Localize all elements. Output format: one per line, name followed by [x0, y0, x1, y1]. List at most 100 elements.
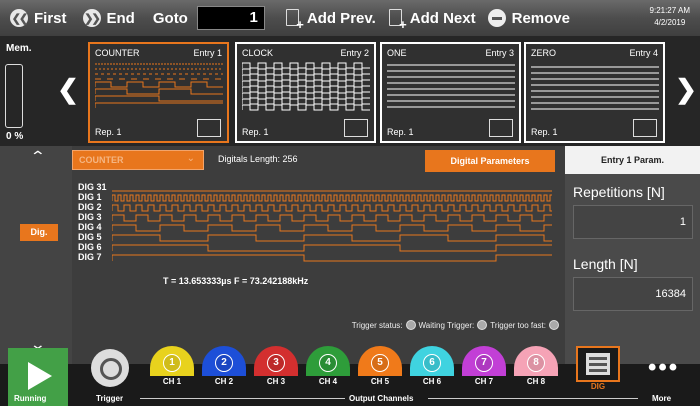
- repetitions-input[interactable]: 1: [573, 205, 693, 239]
- channel-label: CH 5: [370, 377, 390, 386]
- entry-rep: Rep. 1: [387, 127, 414, 137]
- chevron-down-icon: ⌄: [186, 153, 195, 164]
- channel-number: 4: [319, 354, 337, 372]
- channel-label: CH 8: [526, 377, 546, 386]
- channel-number: 2: [215, 354, 233, 372]
- param-panel-title: Entry 1 Param.: [565, 146, 700, 174]
- dig-output-label: DIG: [590, 382, 606, 391]
- scroll-left-arrow-icon[interactable]: ❮: [56, 74, 80, 104]
- add-next-button[interactable]: Add Next: [376, 0, 476, 36]
- channel-label: CH 1: [162, 377, 182, 386]
- entry-card-1[interactable]: COUNTER Entry 1 Rep. 1: [88, 42, 229, 143]
- entry-waveform-preview: [387, 64, 515, 108]
- digital-icon: [586, 353, 610, 375]
- channel-label: DIG 5: [78, 232, 102, 242]
- add-document-icon: [388, 8, 407, 32]
- add-prev-button[interactable]: Add Prev.: [265, 0, 376, 36]
- entry-checkbox[interactable]: [633, 119, 657, 137]
- channel-label: CH 3: [266, 377, 286, 386]
- channel-label: DIG 4: [78, 222, 102, 232]
- fast-forward-icon: ❯❯: [82, 9, 101, 27]
- channel-label: CH 2: [214, 377, 234, 386]
- digitals-length: Digitals Length: 256: [218, 154, 298, 164]
- entry-waveform-preview: [242, 62, 370, 111]
- channel-scroll-column: ⌃ Dig. ⌄: [0, 146, 72, 364]
- pattern-select[interactable]: COUNTER ⌄: [72, 150, 204, 170]
- more-icon[interactable]: •••: [648, 354, 679, 382]
- goto-label: Goto: [152, 9, 188, 27]
- digital-editor-panel: ⌃ Dig. ⌄ COUNTER ⌄ Digitals Length: 256 …: [0, 146, 565, 364]
- channel-number: 8: [527, 354, 545, 372]
- length-label: Length [N]: [573, 256, 638, 272]
- divider: [140, 398, 345, 399]
- clock-date: 4/2/2019: [654, 18, 686, 27]
- entry-checkbox[interactable]: [344, 119, 368, 137]
- goto-input[interactable]: 1: [196, 6, 265, 30]
- channel-label: DIG 6: [78, 242, 102, 252]
- running-label: Running: [14, 394, 47, 403]
- dig-button[interactable]: Dig.: [20, 224, 58, 241]
- channel-number: 3: [267, 354, 285, 372]
- dig-output-button[interactable]: [576, 346, 620, 382]
- output-channels-label: Output Channels: [349, 394, 414, 403]
- trigger-status-label: Trigger status:: [351, 320, 403, 330]
- add-document-icon: [285, 8, 304, 32]
- status-indicator-icon: [549, 320, 559, 330]
- channel-label: DIG 31: [78, 182, 107, 192]
- channel-label: CH 6: [422, 377, 442, 386]
- repetitions-label: Repetitions [N]: [573, 184, 665, 200]
- channel-number: 1: [163, 354, 181, 372]
- bottom-bar: Running Trigger 1 CH 1 2 CH 2 3 CH 3 4 CH 4 5 CH …: [0, 346, 700, 406]
- clock: 9:21:27 AM 4/2/2019: [650, 5, 690, 29]
- first-button[interactable]: ❮❮ First: [0, 0, 67, 36]
- trigger-button[interactable]: [91, 349, 129, 387]
- digital-waveform-view[interactable]: [112, 184, 552, 268]
- rewind-icon: ❮❮: [10, 9, 28, 27]
- entry-param-panel: Entry 1 Param. Repetitions [N] 1 Length …: [565, 146, 700, 364]
- entry-waveform-preview: [95, 63, 223, 108]
- entry-name: COUNTER: [95, 48, 140, 58]
- channel-label: DIG 1: [78, 192, 102, 202]
- entry-checkbox[interactable]: [489, 119, 513, 137]
- entry-name: CLOCK: [242, 48, 274, 58]
- length-input[interactable]: 16384: [573, 277, 693, 311]
- trigger-status-bar: Trigger status: Waiting Trigger: Trigger…: [352, 320, 559, 330]
- channel-number: 7: [475, 354, 493, 372]
- first-label: First: [34, 9, 67, 27]
- channel-number: 6: [423, 354, 441, 372]
- digital-parameters-button[interactable]: Digital Parameters: [425, 150, 555, 172]
- channel-label: DIG 7: [78, 252, 102, 262]
- channel-label: CH 7: [474, 377, 494, 386]
- entry-card-4[interactable]: ZERO Entry 4 Rep. 1: [524, 42, 665, 143]
- trigger-too-fast-label: Trigger too fast:: [490, 320, 546, 330]
- entry-rep: Rep. 1: [95, 127, 122, 137]
- entry-card-3[interactable]: ONE Entry 3 Rep. 1: [380, 42, 521, 143]
- entry-rep: Rep. 1: [242, 127, 269, 137]
- channel-number: 5: [371, 354, 389, 372]
- scroll-right-arrow-icon[interactable]: ❯: [674, 74, 698, 104]
- remove-button[interactable]: Remove: [476, 0, 570, 36]
- entry-number: Entry 3: [485, 48, 514, 58]
- divider: [428, 398, 638, 399]
- entry-name: ONE: [387, 48, 407, 58]
- entry-waveform-preview: [531, 66, 659, 110]
- entry-number: Entry 4: [629, 48, 658, 58]
- add-next-label: Add Next: [409, 9, 476, 27]
- clock-time: 9:21:27 AM: [649, 6, 690, 15]
- minus-icon: [487, 9, 506, 27]
- trigger-label: Trigger: [96, 394, 124, 403]
- add-prev-label: Add Prev.: [306, 9, 376, 27]
- chevron-up-icon[interactable]: ⌃: [30, 148, 46, 165]
- end-button[interactable]: ❯❯ End: [67, 0, 135, 36]
- channel-label: CH 4: [318, 377, 338, 386]
- pattern-select-value: COUNTER: [79, 155, 124, 165]
- entry-card-2[interactable]: CLOCK Entry 2 Rep. 1: [235, 42, 376, 143]
- entry-name: ZERO: [531, 48, 557, 58]
- timing-readout: T = 13.653333µs F = 73.242188kHz: [163, 276, 309, 286]
- entry-checkbox[interactable]: [197, 119, 221, 137]
- channel-labels: DIG 31 DIG 1 DIG 2 DIG 3 DIG 4 DIG 5 DIG…: [78, 182, 107, 262]
- status-indicator-icon: [405, 320, 416, 330]
- memory-bar: [5, 64, 23, 128]
- status-indicator-icon: [477, 320, 488, 330]
- entry-rep: Rep. 1: [531, 127, 558, 137]
